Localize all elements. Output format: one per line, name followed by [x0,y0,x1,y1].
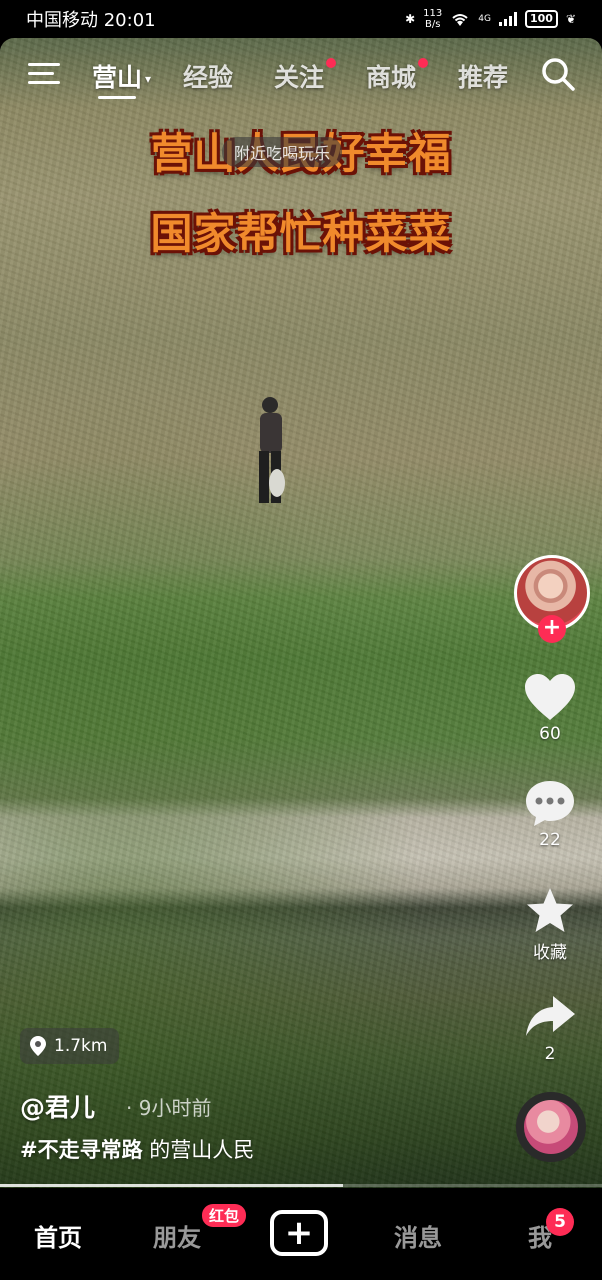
location-pin-icon [30,1036,46,1056]
comment-icon [526,781,574,826]
comment-button[interactable]: 22 [510,778,590,850]
clock: 20:01 [103,10,156,31]
star-icon [527,888,573,932]
red-packet-badge: 红包 [202,1204,247,1227]
net-speed-value: 113 [423,8,443,19]
like-count: 60 [539,724,561,744]
net-speed: 113 B/s [423,8,442,30]
tab-label: 营山 [92,63,143,92]
wifi-icon [452,14,468,26]
person-walking-figure [259,397,285,503]
status-left: 中国移动 20:01 [26,6,156,32]
notification-dot [326,58,337,68]
notification-dot [418,58,429,68]
search-icon[interactable] [540,56,576,92]
distance-label: 1.7km [54,1036,108,1056]
description-text: 的营山人民 [149,1138,255,1162]
posted-time: · 9小时前 [126,1096,212,1120]
leaf-icon: ❦ [565,12,576,26]
net-speed-unit: B/s [424,19,441,30]
status-bar: 中国移动 20:01 ✱ 113 B/s 4G 100 ❦ [0,0,602,38]
nav-friends[interactable]: 朋友 [153,1218,201,1253]
favorite-label: 收藏 [533,943,567,963]
share-arrow-icon [526,996,575,1036]
carrier-label: 中国移动 [26,10,98,31]
video-progress-fill [0,1184,344,1187]
follow-plus-icon[interactable]: + [538,615,566,643]
add-video-button[interactable]: + [270,1210,328,1256]
tab-mall[interactable]: 商城 [366,58,429,94]
menu-icon[interactable] [28,60,62,88]
author-name[interactable]: @君儿 [20,1088,95,1124]
video-caption-line2: 国家帮忙种菜菜 [150,209,452,258]
tab-label: 关注 [274,63,325,92]
heart-icon [525,674,575,720]
tab-label: 商城 [366,63,417,92]
tab-following[interactable]: 关注 [274,58,337,94]
share-button[interactable]: 2 [510,992,590,1064]
battery-indicator: 100 [524,10,558,28]
share-count: 2 [544,1044,556,1064]
hashtag-link[interactable]: #不走寻常路 [20,1138,143,1162]
battery-level: 100 [524,10,558,28]
nearby-pill[interactable]: 附近吃喝玩乐 [222,137,343,167]
video-description: #不走寻常路 的营山人民 [20,1134,254,1164]
signal-icon [498,12,517,26]
network-type: 4G [478,14,491,24]
tab-label: 推荐 [458,63,509,92]
status-icons: ✱ 113 B/s 4G 100 ❦ [405,8,576,30]
bottom-nav: 首页 朋友 红包 + 消息 我 5 [0,1188,602,1280]
tab-label: 经验 [183,63,234,92]
video-progress-bar[interactable] [0,1184,602,1187]
tab-recommend[interactable]: 推荐 [458,58,508,94]
plus-icon: + [284,1213,314,1253]
chevron-down-icon: ▾ [145,72,152,86]
notification-badge: 5 [546,1208,574,1236]
favorite-button[interactable]: 收藏 [510,886,590,963]
author-avatar-group[interactable]: + [514,555,590,643]
location-chip[interactable]: 1.7km [20,1028,120,1064]
bluetooth-icon: ✱ [405,12,416,26]
nav-messages[interactable]: 消息 [394,1218,442,1253]
tab-yingshan[interactable]: 营山 ▾ [92,58,151,94]
music-disc-icon[interactable] [516,1092,586,1162]
comment-count: 22 [539,830,561,850]
like-button[interactable]: 60 [510,672,590,744]
top-nav: 营山 ▾ 经验 关注 商城 推荐 [0,50,602,102]
active-tab-indicator [98,96,136,99]
tab-experience[interactable]: 经验 [183,58,233,94]
nav-home[interactable]: 首页 [34,1218,82,1253]
